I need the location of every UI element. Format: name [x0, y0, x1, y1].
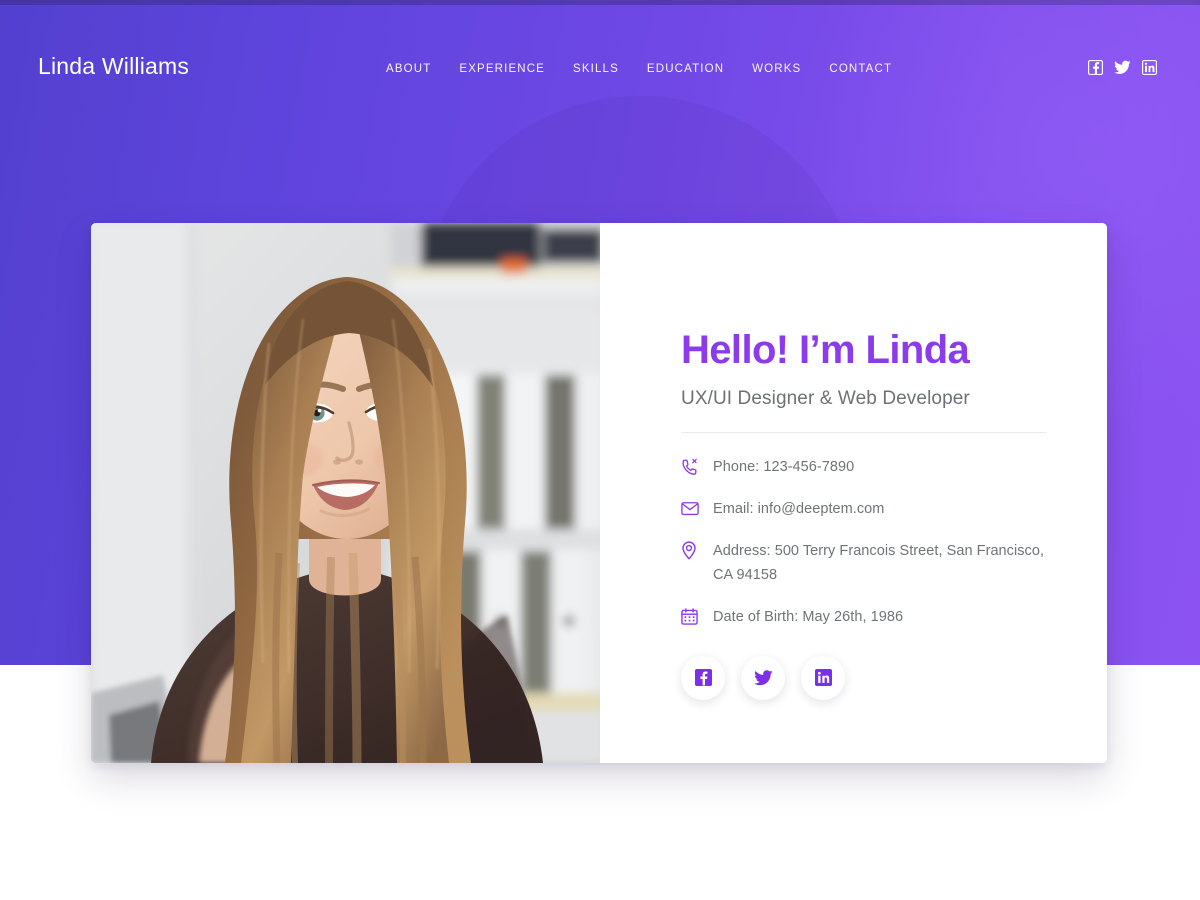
facebook-icon[interactable]: [681, 655, 725, 700]
contact-dob-text: Date of Birth: May 26th, 1986: [713, 608, 904, 625]
navbar-social-links: [1087, 59, 1158, 76]
envelope-icon: [681, 499, 702, 519]
contact-details-list: Phone: 123-456-7890 Email: info@deeptem.…: [681, 456, 1059, 630]
site-navbar: Linda Williams ABOUT EXPERIENCE SKILLS E…: [0, 0, 1200, 132]
twitter-icon[interactable]: [741, 655, 785, 700]
phone-icon: [681, 457, 702, 477]
brand-logo[interactable]: Linda Williams: [38, 53, 189, 80]
nav-item-works[interactable]: WORKS: [752, 60, 801, 78]
nav-item-experience[interactable]: EXPERIENCE: [459, 60, 545, 78]
twitter-icon[interactable]: [1114, 59, 1131, 76]
contact-phone-text: Phone: 123-456-7890: [713, 459, 855, 475]
nav-item-about[interactable]: ABOUT: [386, 60, 431, 78]
profile-social-buttons: [681, 655, 1107, 700]
nav-item-education[interactable]: EDUCATION: [647, 60, 724, 78]
calendar-icon: [681, 607, 702, 627]
linkedin-icon[interactable]: [801, 655, 845, 700]
contact-email-text: Email: info@deeptem.com: [713, 500, 885, 517]
main-navigation: ABOUT EXPERIENCE SKILLS EDUCATION WORKS …: [386, 60, 892, 78]
location-pin-icon: [681, 541, 702, 561]
nav-item-skills[interactable]: SKILLS: [573, 60, 619, 78]
contact-row-email: Email: info@deeptem.com: [681, 498, 1059, 522]
profile-card: Hello! I’m Linda UX/UI Designer & Web De…: [91, 223, 1107, 763]
page-root: Linda Williams ABOUT EXPERIENCE SKILLS E…: [0, 0, 1200, 900]
profile-info-panel: Hello! I’m Linda UX/UI Designer & Web De…: [600, 223, 1107, 763]
contact-row-phone: Phone: 123-456-7890: [681, 456, 1059, 480]
nav-item-contact[interactable]: CONTACT: [829, 60, 892, 78]
section-divider: [681, 432, 1047, 433]
facebook-icon[interactable]: [1087, 59, 1104, 76]
contact-row-address: Address: 500 Terry Francois Street, San …: [681, 540, 1059, 588]
profile-role: UX/UI Designer & Web Developer: [681, 388, 970, 409]
page-title: Hello! I’m Linda: [681, 328, 970, 372]
contact-address-text: Address: 500 Terry Francois Street, San …: [713, 542, 1045, 583]
contact-row-dob: Date of Birth: May 26th, 1986: [681, 606, 1059, 630]
linkedin-icon[interactable]: [1141, 59, 1158, 76]
profile-photo: [91, 223, 600, 763]
